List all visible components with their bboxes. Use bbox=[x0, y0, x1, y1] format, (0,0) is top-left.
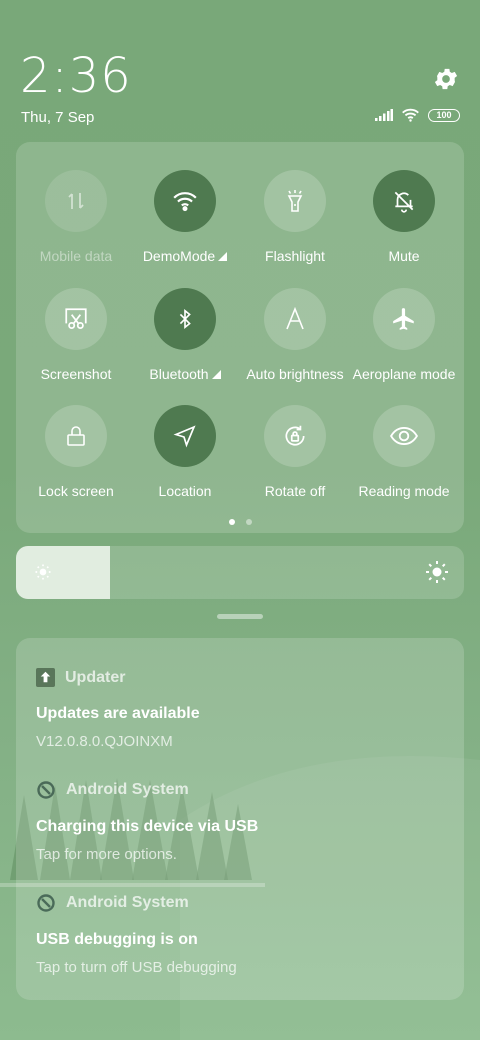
notification-usb-debugging[interactable]: Android System USB debugging is on Tap t… bbox=[36, 893, 237, 976]
tile-auto-brightness[interactable]: Auto brightness bbox=[240, 288, 350, 382]
date: Thu, 7 Sep bbox=[21, 109, 95, 126]
signal-icon bbox=[375, 109, 393, 121]
tile-mute[interactable]: Mute bbox=[349, 170, 459, 264]
tile-label: Mobile data bbox=[39, 248, 113, 264]
notification-title: Updates are available bbox=[36, 705, 200, 722]
notification-title: Charging this device via USB bbox=[36, 818, 259, 835]
tile-label: Screenshot bbox=[40, 366, 112, 382]
tile-label: Rotate off bbox=[264, 483, 326, 499]
tile-label: Flashlight bbox=[265, 248, 325, 264]
tile-mobile-data[interactable]: Mobile data bbox=[21, 170, 131, 264]
tile-reading[interactable]: Reading mode bbox=[349, 405, 459, 499]
tile-lock-screen[interactable]: Lock screen bbox=[21, 405, 131, 499]
brightness-level bbox=[16, 546, 111, 599]
auto-brightness-icon bbox=[264, 288, 326, 350]
scissors-icon bbox=[45, 288, 107, 350]
sun-high-icon bbox=[426, 561, 448, 583]
android-system-icon bbox=[37, 781, 55, 799]
tile-label: DemoMode bbox=[130, 248, 240, 264]
flashlight-icon bbox=[264, 170, 326, 232]
notification-app-name: Android System bbox=[66, 781, 189, 798]
notification-panel: Updater Updates are available V12.0.8.0.… bbox=[16, 638, 464, 1000]
location-icon bbox=[154, 405, 216, 467]
tile-label: Bluetooth bbox=[130, 366, 240, 382]
tile-flashlight[interactable]: Flashlight bbox=[240, 170, 350, 264]
tile-screenshot[interactable]: Screenshot bbox=[21, 288, 131, 382]
tile-bluetooth[interactable]: Bluetooth bbox=[130, 288, 240, 382]
updater-icon bbox=[36, 668, 55, 687]
airplane-icon bbox=[373, 288, 435, 350]
tile-label: Auto brightness bbox=[246, 366, 344, 382]
tile-aeroplane[interactable]: Aeroplane mode bbox=[349, 288, 459, 382]
notification-app-name: Updater bbox=[65, 668, 126, 686]
notification-text: V12.0.8.0.QJOINXM bbox=[36, 733, 173, 750]
notification-updater[interactable]: Updater Updates are available V12.0.8.0.… bbox=[36, 668, 200, 750]
lock-icon bbox=[45, 405, 107, 467]
quick-settings-panel: Mobile data DemoMode Flashlight Mute Scr… bbox=[16, 142, 464, 533]
more-indicator-icon bbox=[218, 252, 228, 261]
notification-text: Tap for more options. bbox=[36, 846, 177, 863]
brightness-slider[interactable] bbox=[16, 546, 464, 599]
android-system-icon bbox=[37, 894, 55, 912]
tile-label: Aeroplane mode bbox=[352, 366, 456, 382]
notification-app-name: Android System bbox=[66, 894, 189, 911]
tile-label: Mute bbox=[388, 248, 420, 264]
notification-title: USB debugging is on bbox=[36, 931, 198, 948]
tile-label: Location bbox=[158, 483, 212, 499]
gear-icon[interactable] bbox=[432, 65, 460, 93]
more-indicator-icon bbox=[211, 370, 221, 379]
wifi-status-icon bbox=[402, 108, 419, 122]
sun-low-icon bbox=[35, 564, 51, 580]
tile-rotate[interactable]: Rotate off bbox=[240, 405, 350, 499]
tile-wifi[interactable]: DemoMode bbox=[130, 170, 240, 264]
page-dot-active bbox=[228, 519, 235, 525]
clock: 2:36 bbox=[20, 48, 132, 104]
status-icons: 100 bbox=[375, 108, 460, 122]
mobile-data-icon bbox=[45, 170, 107, 232]
bluetooth-icon bbox=[154, 288, 216, 350]
page-indicator bbox=[16, 519, 464, 525]
bell-off-icon bbox=[373, 170, 435, 232]
drag-handle[interactable] bbox=[217, 614, 263, 619]
wifi-icon bbox=[154, 170, 216, 232]
notification-usb-charging[interactable]: Android System Charging this device via … bbox=[36, 780, 258, 863]
battery-indicator: 100 bbox=[428, 108, 460, 122]
rotate-lock-icon bbox=[264, 405, 326, 467]
eye-icon bbox=[373, 405, 435, 467]
page-dot bbox=[245, 519, 252, 525]
notification-text: Tap to turn off USB debugging bbox=[36, 959, 237, 976]
tile-label: Reading mode bbox=[358, 483, 450, 499]
tile-location[interactable]: Location bbox=[130, 405, 240, 499]
tile-label: Lock screen bbox=[38, 483, 114, 499]
